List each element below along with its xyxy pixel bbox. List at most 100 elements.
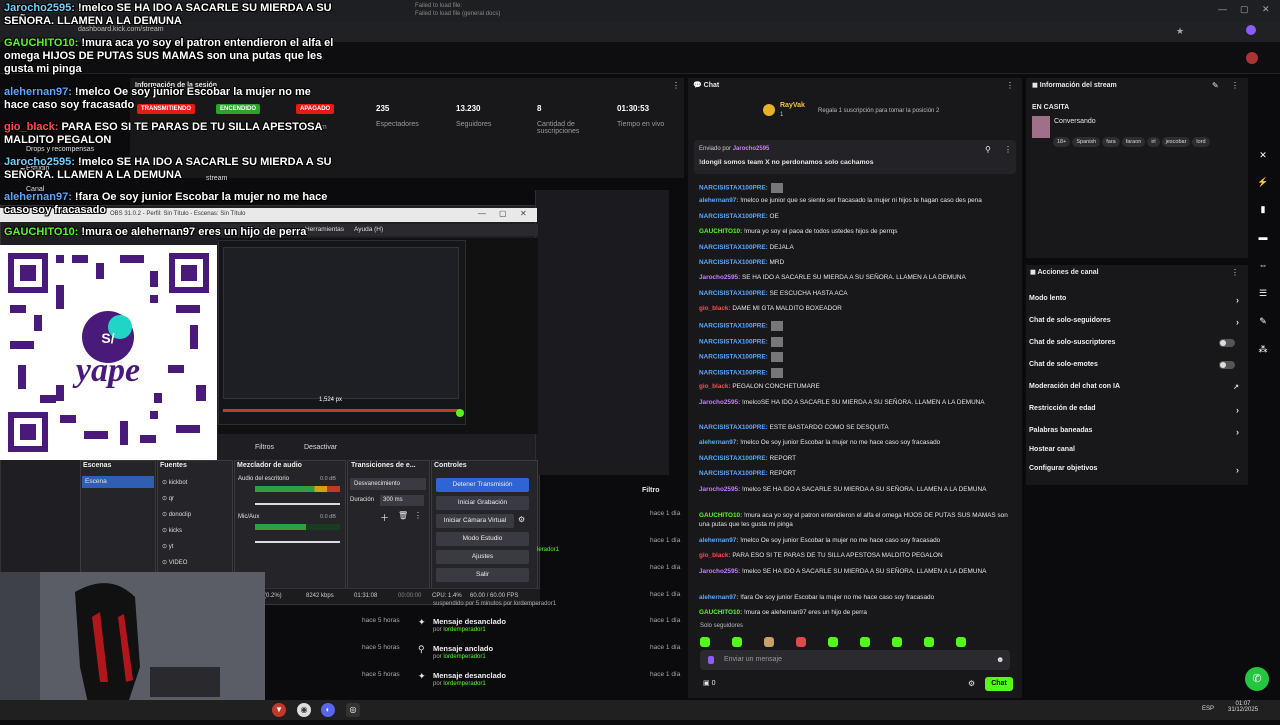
chat-input-placeholder[interactable]: Enviar un mensaje: [724, 656, 782, 663]
rail-icon-bolt[interactable]: ⚡: [1255, 174, 1271, 190]
app-icon-chrome[interactable]: ◉: [297, 703, 311, 717]
channel-action-row[interactable]: Chat de solo-suscriptores: [1029, 339, 1243, 347]
start-recording-button[interactable]: Iniciar Grabación: [436, 496, 529, 510]
chat-username[interactable]: GAUCHITO10:: [699, 512, 742, 519]
tag[interactable]: 18+: [1053, 137, 1071, 147]
star-icon[interactable]: ★: [1176, 26, 1184, 37]
rail-icon-close[interactable]: ✕: [1255, 147, 1271, 163]
chat-username[interactable]: Jarocho2595:: [699, 486, 740, 493]
chat-username[interactable]: gio_black:: [699, 305, 731, 312]
more-icon[interactable]: ⋮: [1006, 81, 1014, 90]
chat-username[interactable]: NARCISISTAX100PRE:: [699, 323, 768, 330]
identity-icon[interactable]: [708, 656, 714, 664]
nav-drops[interactable]: Drops y recompensas: [26, 146, 94, 153]
channel-action-row[interactable]: Modo lento ›: [1029, 295, 1243, 305]
close-icon[interactable]: ✕: [1262, 4, 1270, 15]
chat-username[interactable]: NARCISISTAX100PRE:: [699, 339, 768, 346]
obs-close-icon[interactable]: ✕: [520, 209, 527, 218]
whatsapp-icon[interactable]: ✆: [1245, 667, 1269, 691]
obs-minimize-icon[interactable]: —: [478, 209, 486, 218]
emote-icon[interactable]: [828, 637, 838, 647]
app-icon-obs[interactable]: ◎: [346, 703, 360, 717]
rail-icon-audio[interactable]: ⇔: [1255, 257, 1271, 273]
source-item[interactable]: ⊙ qr: [162, 495, 174, 502]
mixer-ch2-slider[interactable]: [255, 541, 340, 543]
rail-icon-wrench[interactable]: ✎: [1255, 313, 1271, 329]
channel-action-row[interactable]: Chat de solo-seguidores ›: [1029, 317, 1243, 327]
more-icon[interactable]: ⋮: [672, 81, 680, 90]
emoji-icon[interactable]: ☻: [996, 655, 1004, 664]
add-icon[interactable]: ＋: [380, 511, 389, 524]
more-icon[interactable]: ⋮: [1231, 268, 1239, 277]
source-item[interactable]: ⊙ donoclip: [162, 511, 191, 518]
source-item[interactable]: ⊙ kicks: [162, 527, 182, 534]
chat-username[interactable]: NARCISISTAX100PRE:: [699, 290, 768, 297]
keyboard-lang[interactable]: ESP: [1202, 706, 1214, 712]
settings-button[interactable]: Ajustes: [436, 550, 529, 564]
top-gifter-name[interactable]: RayVak: [780, 102, 805, 109]
more-icon[interactable]: ⋮: [1004, 145, 1012, 154]
pin-icon[interactable]: ⚲: [985, 145, 991, 154]
more-icon[interactable]: ⋮: [414, 511, 422, 520]
more-icon[interactable]: ⋮: [1231, 81, 1239, 90]
filters-button[interactable]: Filtros: [255, 444, 274, 451]
chat-username[interactable]: alehernan97:: [699, 537, 738, 544]
tag[interactable]: faraon: [1121, 137, 1146, 147]
rail-icon-doc[interactable]: ▮: [1255, 201, 1271, 217]
chat-username[interactable]: alehernan97:: [699, 594, 738, 601]
obs-maximize-icon[interactable]: ▢: [499, 209, 507, 218]
toggle-switch[interactable]: [1219, 361, 1235, 369]
source-item[interactable]: ⊙ VIDEO: [162, 559, 187, 566]
emote-icon[interactable]: [732, 637, 742, 647]
chat-username[interactable]: alehernan97:: [699, 197, 738, 204]
maximize-icon[interactable]: ▢: [1240, 4, 1249, 15]
channel-action-row[interactable]: Configurar objetivos ›: [1029, 465, 1243, 475]
duration-input[interactable]: 300 ms: [380, 495, 424, 506]
transition-select[interactable]: Desvanecimiento: [350, 478, 426, 490]
source-item[interactable]: ⊙ kickbot: [162, 479, 187, 486]
channel-action-row[interactable]: Moderación del chat con IA ↗: [1029, 383, 1243, 391]
user-avatar[interactable]: [1246, 52, 1258, 64]
category-name[interactable]: Conversando: [1054, 118, 1096, 125]
chat-username[interactable]: NARCISISTAX100PRE:: [699, 370, 768, 377]
emote-icon[interactable]: [956, 637, 966, 647]
chat-username[interactable]: Jarocho2595:: [699, 399, 740, 406]
menu-help[interactable]: Ayuda (H): [354, 226, 383, 233]
gear-icon[interactable]: ⚙: [968, 679, 975, 688]
gear-icon[interactable]: ⚙: [518, 515, 525, 524]
chat-username[interactable]: NARCISISTAX100PRE:: [699, 259, 768, 266]
chat-username[interactable]: GAUCHITO10:: [699, 609, 742, 616]
virtual-cam-button[interactable]: Iniciar Cámara Virtual: [436, 514, 514, 528]
channel-action-row[interactable]: Palabras baneadas ›: [1029, 427, 1243, 437]
rail-icon-chat[interactable]: ▬: [1255, 229, 1271, 245]
chat-username[interactable]: Jarocho2595:: [699, 274, 740, 281]
filter-button[interactable]: Filtro: [642, 487, 660, 494]
chat-username[interactable]: gio_black:: [699, 383, 731, 390]
tag[interactable]: irl: [1147, 137, 1160, 147]
chat-username[interactable]: NARCISISTAX100PRE:: [699, 424, 768, 431]
emote-icon[interactable]: [924, 637, 934, 647]
activity-user-fragment[interactable]: lerador1: [537, 547, 559, 553]
chat-username[interactable]: NARCISISTAX100PRE:: [699, 213, 768, 220]
clock[interactable]: 01:07 31/12/2025: [1228, 701, 1258, 713]
minimize-icon[interactable]: —: [1218, 4, 1227, 14]
exit-button[interactable]: Salir: [436, 568, 529, 582]
emote-icon[interactable]: [860, 637, 870, 647]
chat-username[interactable]: alehernan97:: [699, 439, 738, 446]
rail-icon-grid[interactable]: ⁂: [1255, 341, 1271, 357]
tag[interactable]: Spanish: [1072, 137, 1101, 147]
emote-icon[interactable]: [892, 637, 902, 647]
scene-item[interactable]: Escena: [82, 476, 154, 488]
chat-username[interactable]: NARCISISTAX100PRE:: [699, 244, 768, 251]
chat-username[interactable]: NARCISISTAX100PRE:: [699, 185, 768, 192]
rail-icon-list[interactable]: ☰: [1255, 285, 1271, 301]
chat-username[interactable]: NARCISISTAX100PRE:: [699, 354, 768, 361]
stop-stream-button[interactable]: Detener Transmisión: [436, 478, 529, 492]
disable-button[interactable]: Desactivar: [304, 444, 337, 451]
edit-icon[interactable]: ✎: [1212, 81, 1219, 90]
studio-mode-button[interactable]: Modo Estudio: [436, 532, 529, 546]
chat-username[interactable]: NARCISISTAX100PRE:: [699, 455, 768, 462]
trash-icon[interactable]: 🗑: [398, 511, 408, 520]
channel-action-row[interactable]: Hostear canal: [1029, 446, 1243, 453]
chat-username[interactable]: NARCISISTAX100PRE:: [699, 470, 768, 477]
